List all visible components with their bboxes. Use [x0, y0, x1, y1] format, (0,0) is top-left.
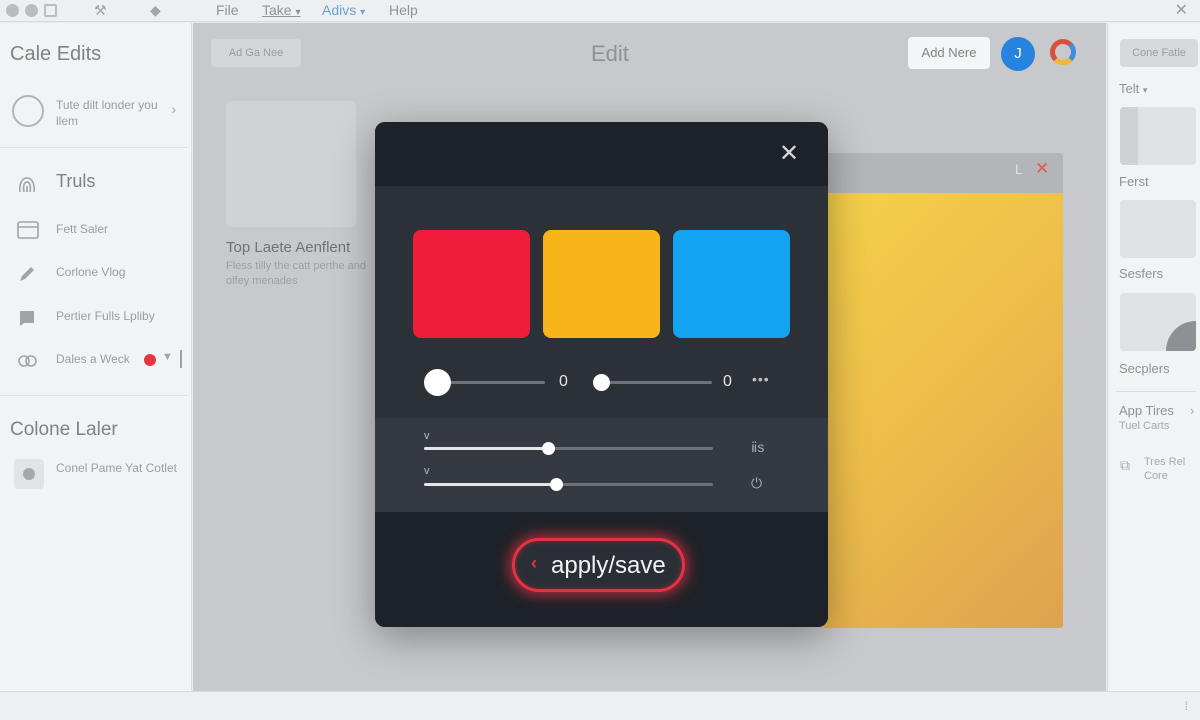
- right-label: Sesfers: [1119, 266, 1164, 281]
- google-icon[interactable]: [1050, 39, 1076, 65]
- sidebar-item-fett-saler[interactable]: Fett Saler: [14, 217, 190, 243]
- modal-sliders-panel: [375, 418, 828, 512]
- chevron-left-icon: ‹: [531, 553, 537, 573]
- more-options-icon[interactable]: •••: [752, 371, 770, 387]
- slider-d-tick: v: [424, 465, 430, 477]
- card-subtitle: Fless tilly the catt perthe and olfey me…: [226, 260, 367, 287]
- menu-bar: ⚒ ◆ File Take ▾ Adivs ▾ Help ✕: [0, 0, 1200, 22]
- panel-l-icon[interactable]: L: [1015, 161, 1023, 177]
- tool-icon[interactable]: ⚒: [94, 2, 107, 19]
- chevron-down-icon: ▾: [295, 7, 301, 18]
- sidebar-section-title: Colone Laler: [10, 419, 118, 440]
- window-square-icon[interactable]: [44, 4, 57, 17]
- page-title: Edit: [591, 41, 629, 66]
- window-dot-icon[interactable]: [25, 4, 38, 17]
- divider: [0, 147, 188, 148]
- sidebar-item-label: Fett Saler: [56, 222, 109, 236]
- preview-panel-header: [823, 153, 1063, 193]
- chevron-down-icon: ▾: [360, 7, 366, 18]
- window-icon: [16, 220, 39, 240]
- slider-b[interactable]: [597, 381, 712, 384]
- pencil-icon: [16, 263, 38, 283]
- status-bar: ⁞: [0, 691, 1200, 720]
- right-top-button[interactable]: Cone Fatle: [1120, 39, 1198, 67]
- add-new-button[interactable]: Add Nere: [908, 37, 990, 69]
- sidebar-item-pertier[interactable]: Pertier Fulls Lpliby: [14, 304, 190, 330]
- color-swatch-red[interactable]: [413, 230, 530, 338]
- left-sidebar: Cale Edits Tute dilt londer you llem › T…: [0, 23, 192, 691]
- flag-icon: [16, 307, 38, 327]
- sidebar-item-conel[interactable]: Conel Pame Yat Cotlet: [14, 459, 184, 499]
- slider-c-handle[interactable]: [541, 442, 555, 455]
- chevron-down-icon: ▾: [1142, 85, 1148, 95]
- sidebar-card-text: Tute dilt londer you llem: [56, 98, 158, 128]
- filter-dropdown[interactable]: Telt ▾: [1119, 81, 1147, 96]
- menu-help[interactable]: Help: [389, 2, 418, 18]
- preview-panel[interactable]: [823, 153, 1063, 628]
- clock-icon: [12, 95, 44, 127]
- divider: [0, 395, 188, 396]
- tree-label[interactable]: Tres Rel Core: [1144, 455, 1194, 483]
- app-tires-subtitle: Tuel Carts: [1119, 420, 1170, 432]
- edit-modal: ✕ 0 0 ••• v ⅱs v ⏻ ‹ apply/save: [375, 122, 828, 627]
- apply-save-button[interactable]: ‹ apply/save: [512, 538, 685, 592]
- divider: [180, 350, 182, 368]
- right-label: Ferst: [1119, 174, 1149, 189]
- app-tires-title[interactable]: App Tires: [1119, 403, 1174, 418]
- slider-b-handle[interactable]: [592, 374, 610, 391]
- slider-d[interactable]: [424, 483, 713, 486]
- menu-adivs[interactable]: Adivs ▾: [322, 2, 365, 18]
- sidebar-item-label: Pertier Fulls Lpliby: [56, 309, 155, 323]
- menu-file[interactable]: File: [216, 2, 239, 18]
- power-icon[interactable]: ⏻: [751, 475, 762, 492]
- sidebar-item-truls[interactable]: Truls: [14, 171, 190, 197]
- menu-take[interactable]: Take ▾: [262, 2, 301, 18]
- apply-save-label: apply/save: [551, 552, 666, 579]
- avatar[interactable]: J: [1001, 37, 1035, 71]
- toolbar-pill-button[interactable]: Ad Ga Nee: [211, 39, 301, 67]
- status-dot: [144, 354, 156, 366]
- sidebar-card[interactable]: Tute dilt londer you llem ›: [10, 91, 188, 145]
- close-icon[interactable]: ✕: [779, 140, 799, 168]
- sidebar-item-label: Corlone Vlog: [56, 265, 126, 279]
- fingerprint-icon: [16, 174, 38, 194]
- sidebar-title: Cale Edits: [10, 43, 102, 65]
- sidebar-item-label: Conel Pame Yat Cotlet: [56, 461, 177, 475]
- thumbnail-image[interactable]: [1120, 200, 1196, 258]
- close-icon[interactable]: ✕: [1175, 0, 1188, 20]
- window-dot-icon[interactable]: [6, 4, 19, 17]
- slider-c[interactable]: [424, 447, 713, 450]
- card-title: Top Laete Aenflent: [226, 239, 351, 256]
- color-swatch-amber[interactable]: [543, 230, 660, 338]
- battery-icon[interactable]: ⅱs: [751, 439, 764, 456]
- close-icon[interactable]: ✕: [1035, 159, 1049, 179]
- right-sidebar: Cone Fatle Telt ▾ Ferst Sesfers Secplers…: [1107, 23, 1200, 691]
- slider-a-handle[interactable]: [423, 369, 451, 396]
- sidebar-item-label: Dales a Weck: [56, 352, 130, 366]
- thumbnail-image[interactable]: [1120, 107, 1196, 165]
- thumbnail-image[interactable]: [1120, 293, 1196, 351]
- chevron-right-icon[interactable]: ›: [1190, 403, 1194, 418]
- slider-b-value: 0: [723, 373, 732, 390]
- slider-a-value: 0: [559, 373, 568, 390]
- color-swatch-blue[interactable]: [673, 230, 790, 338]
- chevron-right-icon: ›: [171, 101, 176, 117]
- record-icon: [14, 459, 44, 489]
- thumbnail-image[interactable]: [226, 101, 356, 227]
- slider-c-tick: v: [424, 430, 430, 442]
- folder-icon: ⧉: [1120, 457, 1130, 473]
- diamond-icon[interactable]: ◆: [150, 2, 161, 19]
- chevron-down-icon[interactable]: ▼: [162, 351, 173, 363]
- sidebar-item-dales[interactable]: Dales a Weck ▼: [14, 347, 190, 373]
- right-label: Secplers: [1119, 361, 1170, 376]
- sidebar-item-label: Truls: [56, 171, 96, 191]
- link-icon: [16, 350, 38, 370]
- sidebar-item-corlone-vlog[interactable]: Corlone Vlog: [14, 260, 190, 286]
- modal-header: ✕: [375, 122, 828, 186]
- divider: [1116, 391, 1196, 392]
- resize-handle-icon[interactable]: ⁞: [1185, 699, 1188, 713]
